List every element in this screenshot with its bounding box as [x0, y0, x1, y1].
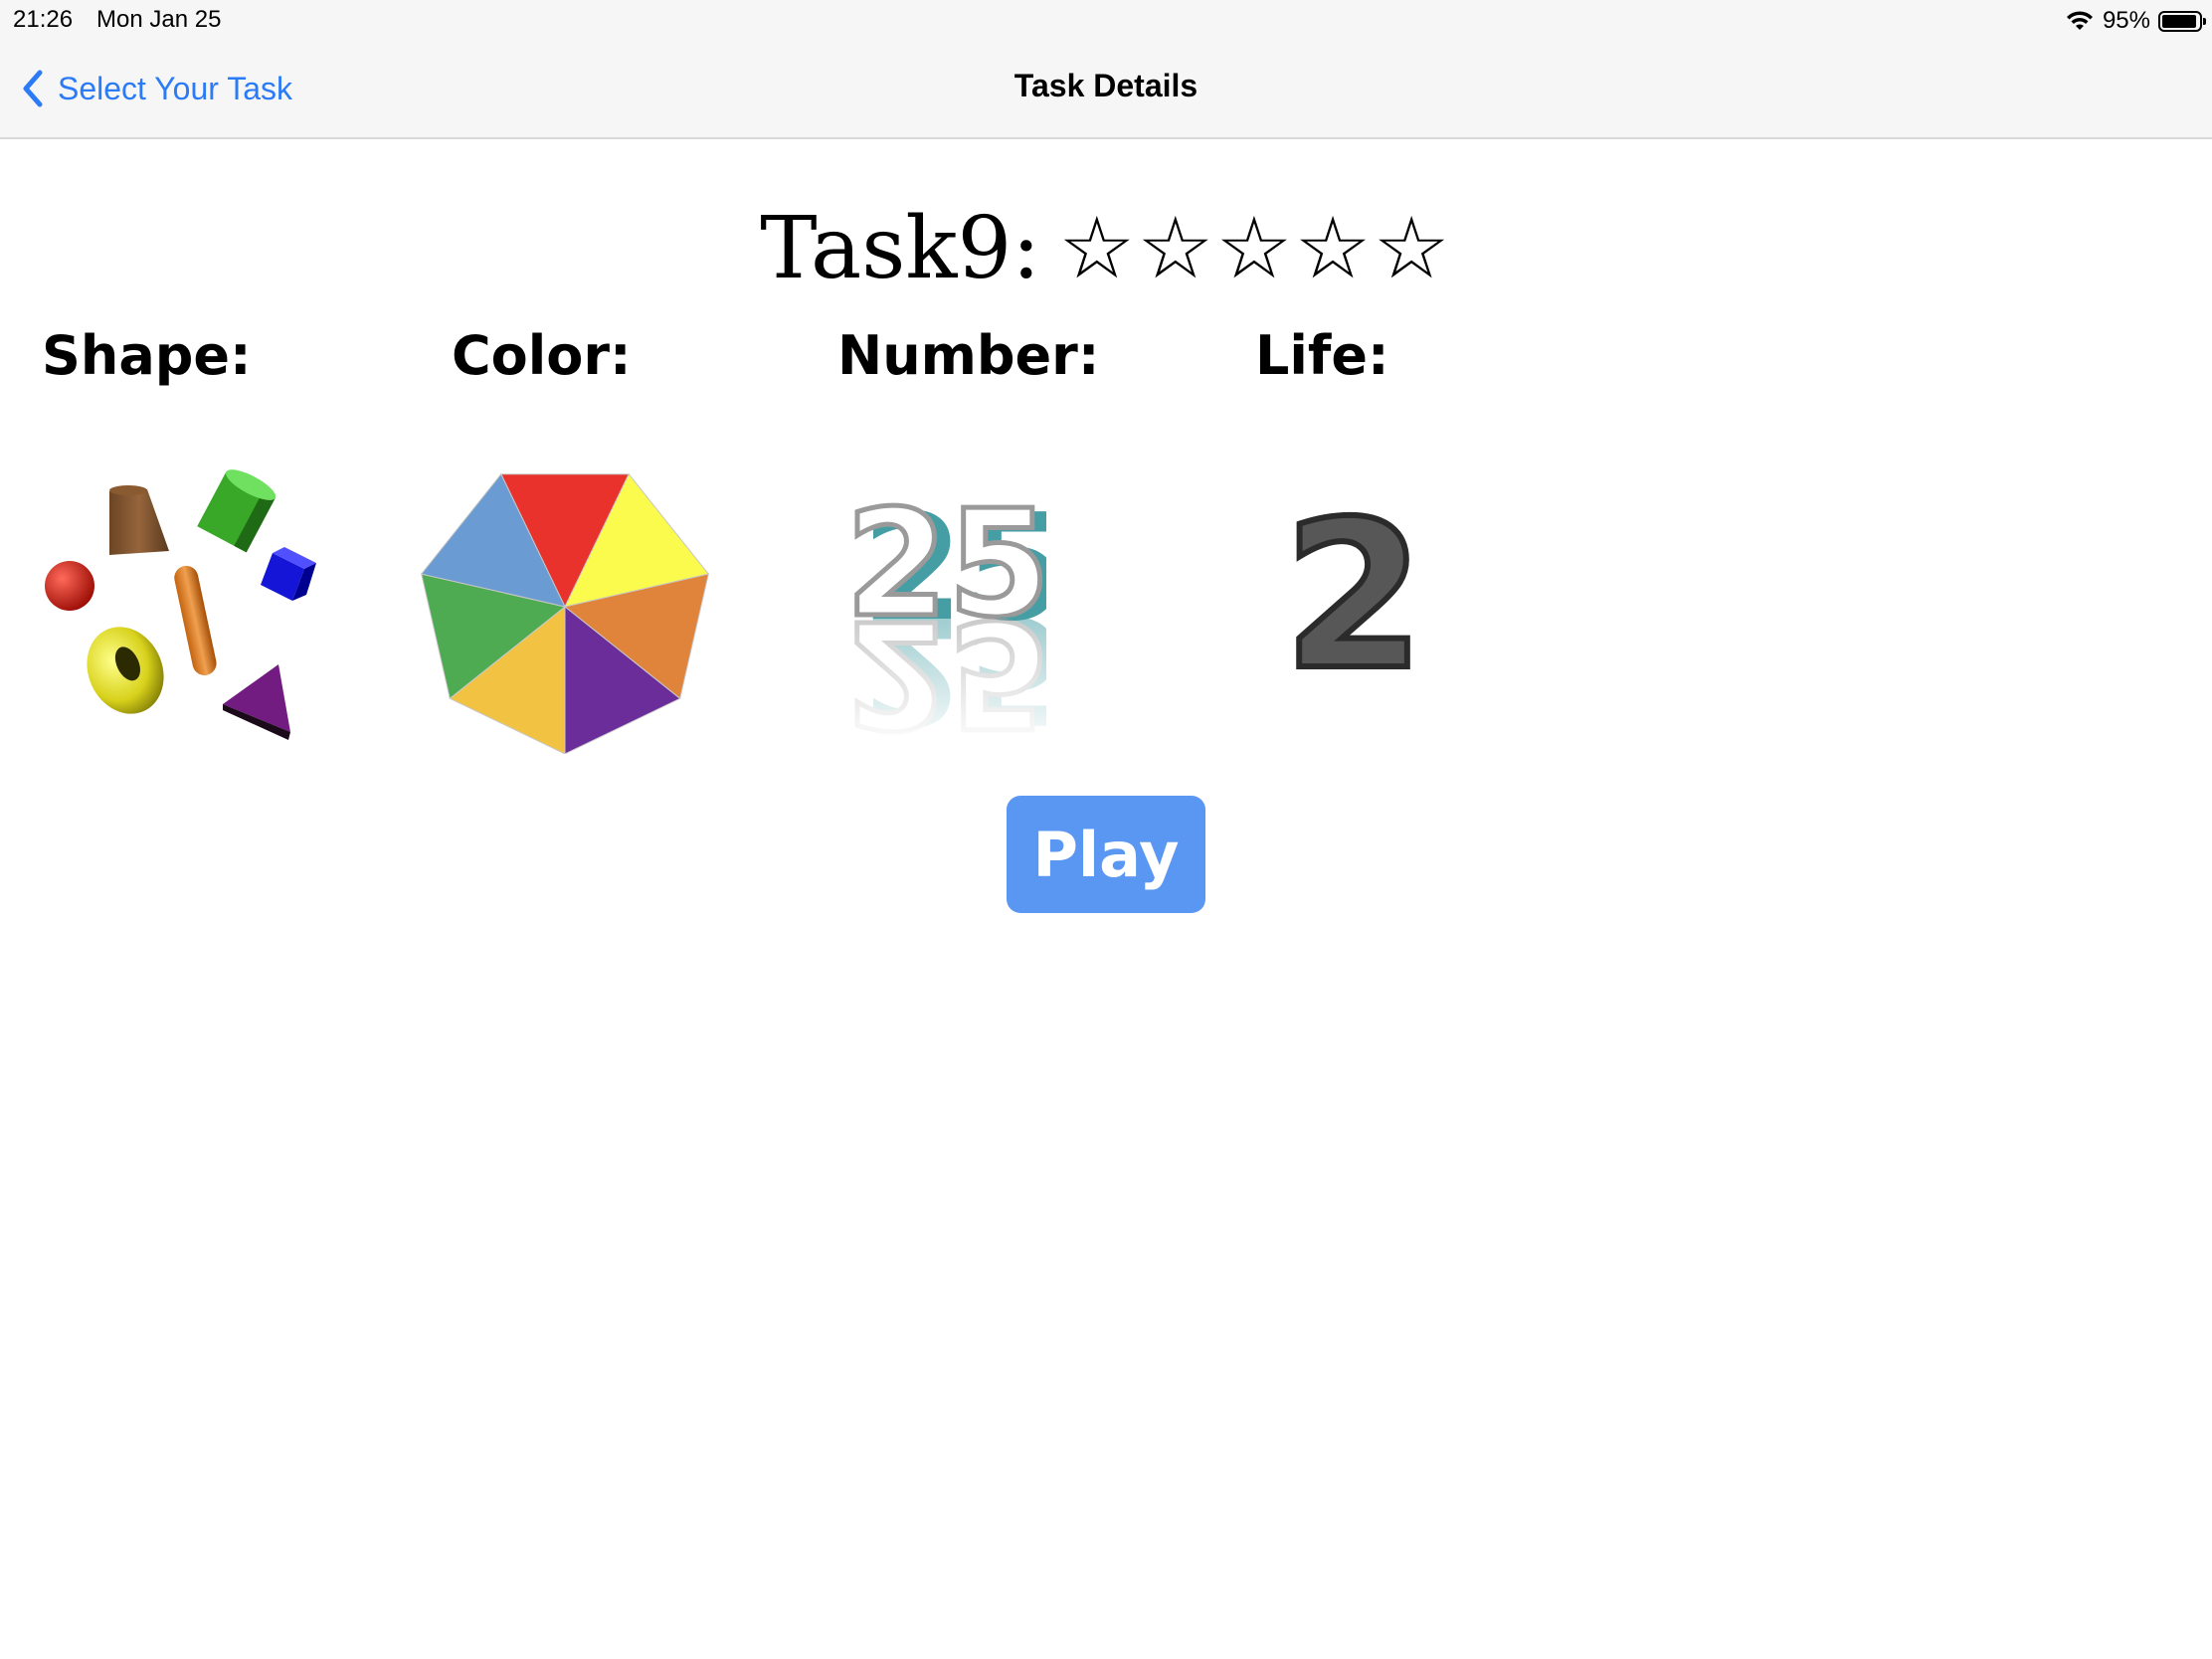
wifi-icon	[2066, 11, 2093, 30]
color-wheel-icon[interactable]	[416, 460, 714, 754]
task-heading: Task9: ☆☆☆☆☆	[0, 199, 2212, 298]
battery-level	[2162, 14, 2197, 28]
play-button[interactable]: Play	[1007, 796, 1205, 913]
battery-icon	[2158, 10, 2206, 32]
status-time: 21:26	[13, 6, 74, 33]
battery-percent: 95%	[2102, 7, 2150, 34]
status-date: Mon Jan 25	[96, 6, 222, 33]
navigation-bar: Select Your Task Task Details	[0, 40, 2212, 139]
page-title: Task Details	[1014, 68, 1198, 103]
sphere-shape	[45, 561, 94, 611]
cube-shape	[261, 547, 316, 601]
number-25-icon[interactable]: 25 25 25 25	[837, 481, 1046, 750]
color-label: Color:	[452, 324, 632, 387]
cylinder-shape	[197, 469, 276, 553]
3d-shapes-icon[interactable]	[38, 461, 336, 750]
cone-shape	[109, 489, 169, 555]
shape-label: Shape:	[42, 324, 252, 387]
number-label: Number:	[837, 324, 1100, 387]
number-2-icon[interactable]: 2	[1280, 492, 1428, 702]
life-label: Life:	[1255, 324, 1389, 387]
capsule-shape	[174, 565, 217, 675]
task-name: Task9:	[760, 199, 1041, 298]
pyramid-shape	[223, 664, 290, 740]
star-rating: ☆☆☆☆☆	[1058, 199, 1452, 298]
status-indicators: 95%	[2065, 4, 2206, 38]
status-bar: 21:26 Mon Jan 25 95%	[0, 0, 2212, 40]
torus-shape	[87, 627, 164, 714]
